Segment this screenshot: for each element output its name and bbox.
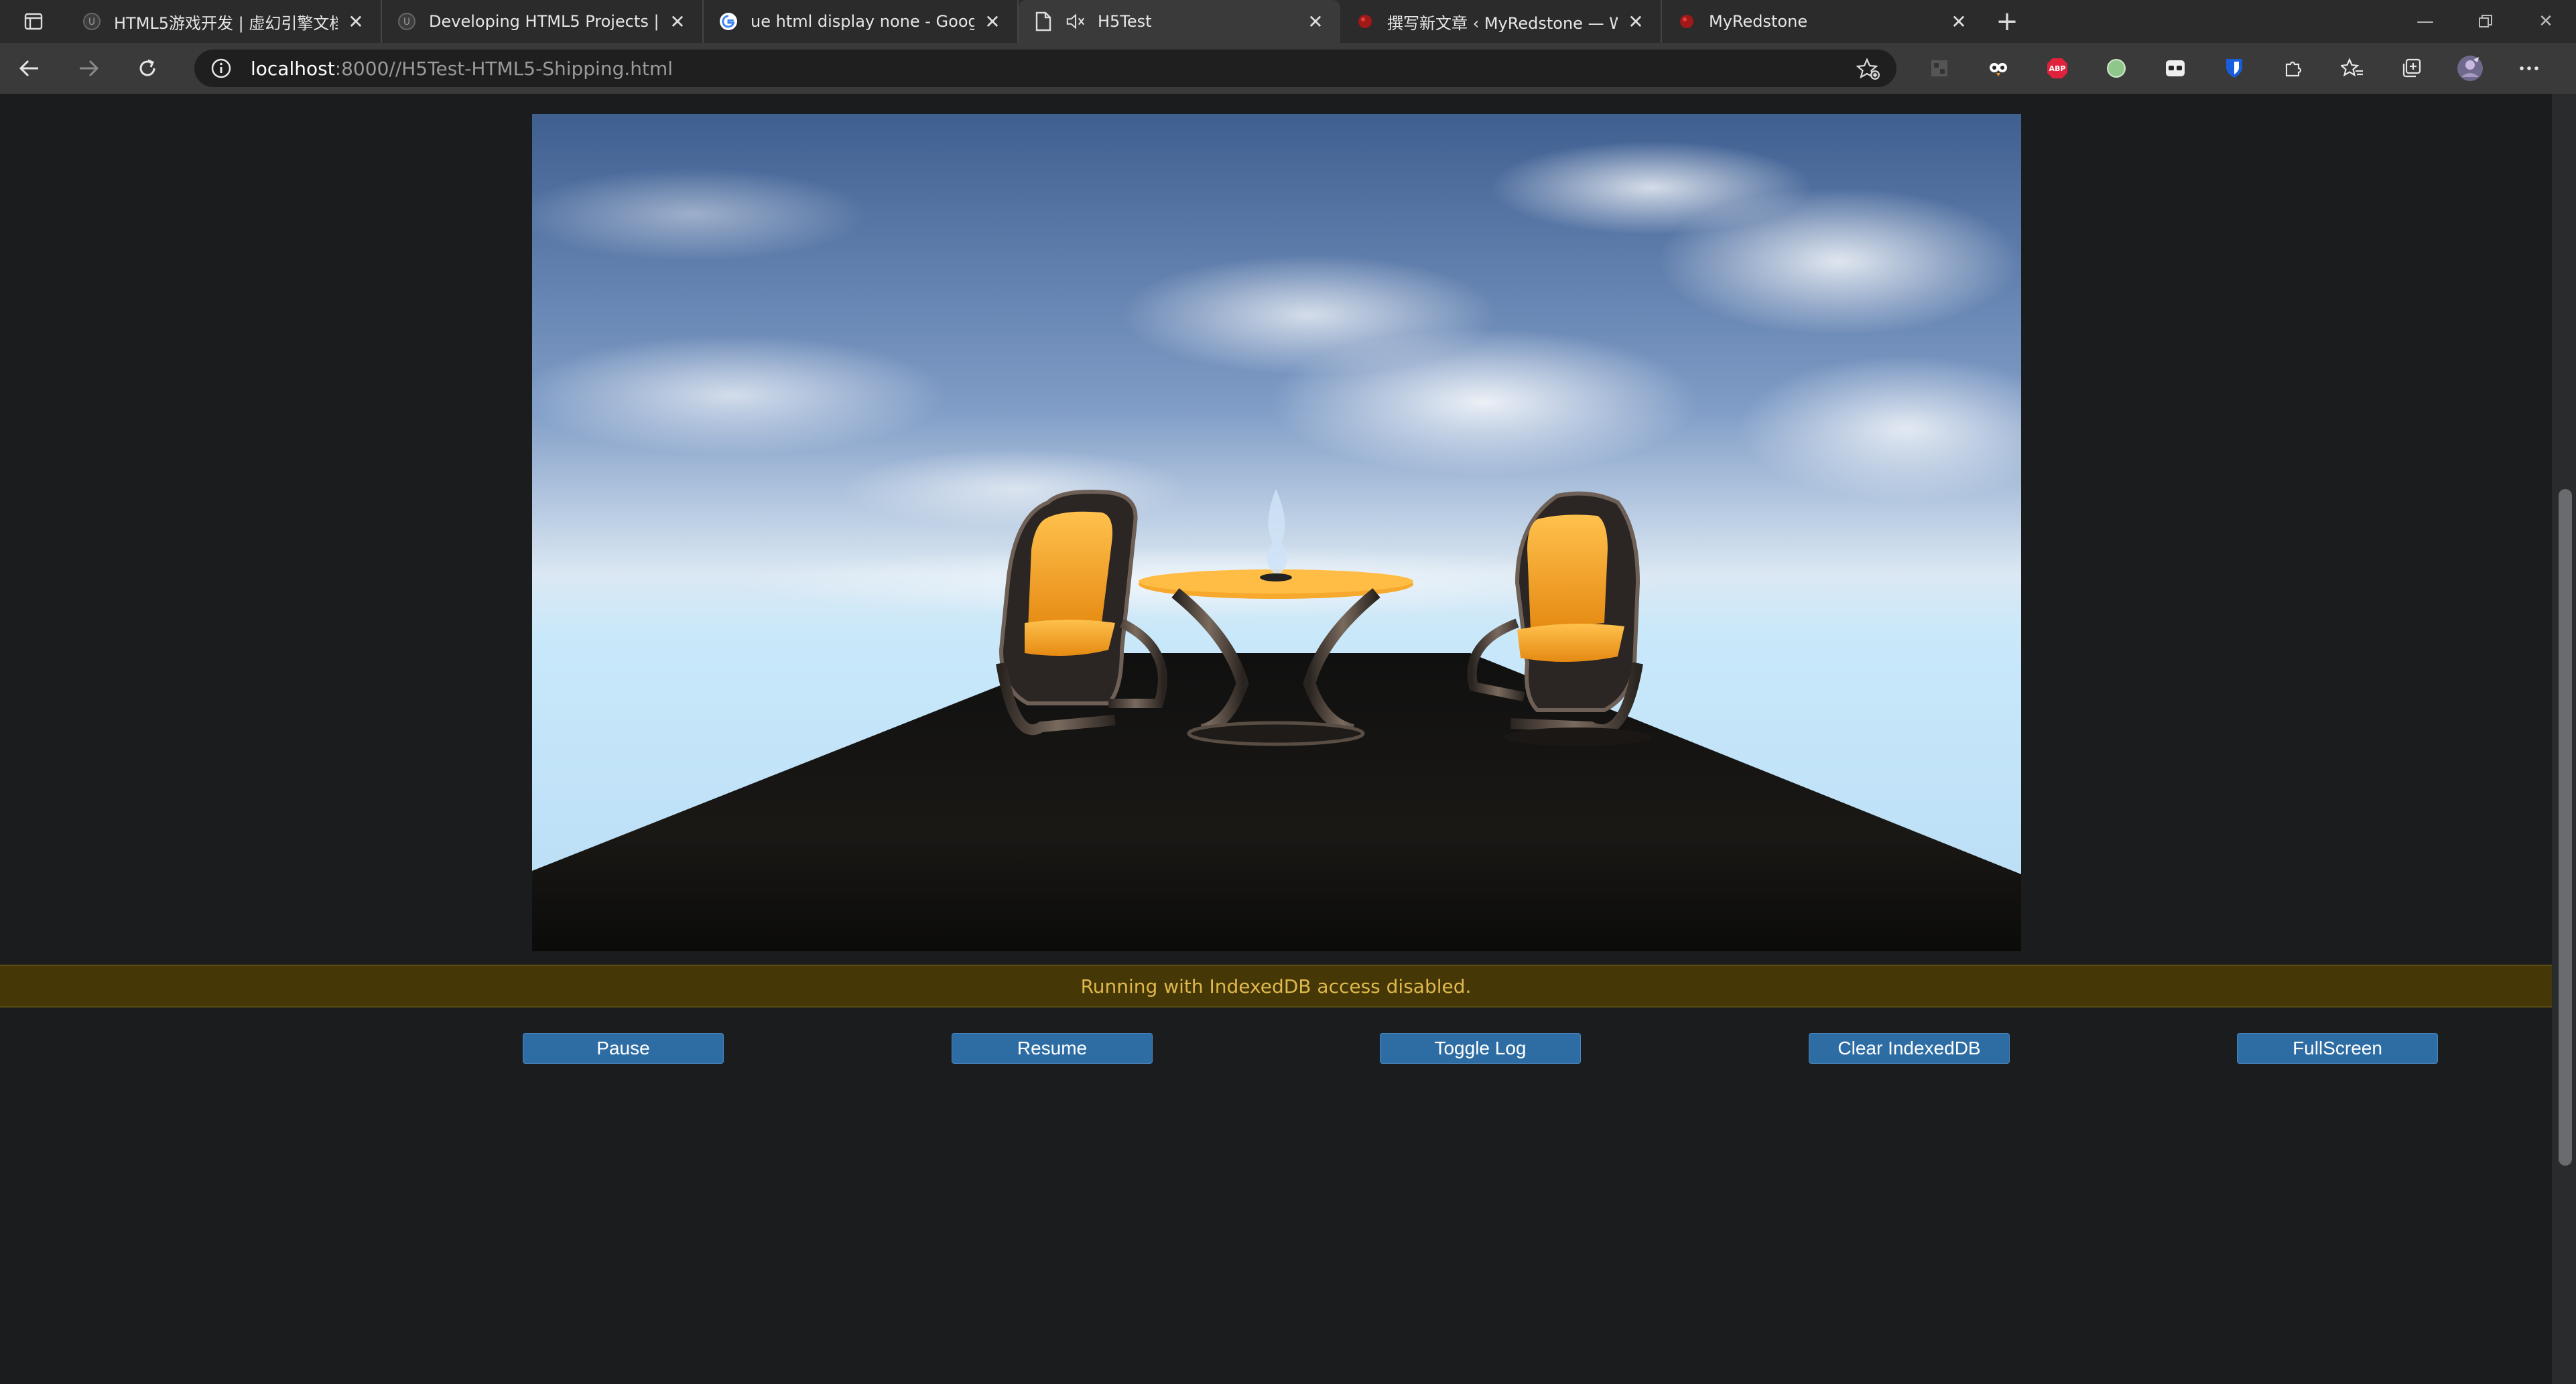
unreal-logo-icon: U (397, 11, 417, 31)
svg-text:U: U (88, 17, 95, 27)
control-buttons: Pause Resume Toggle Log Clear IndexedDB … (0, 1032, 2576, 1065)
sunglasses-extension-icon[interactable] (2146, 50, 2205, 87)
indexeddb-status-banner: Running with IndexedDB access disabled. (0, 965, 2552, 1008)
forward-arrow-icon (80, 60, 99, 77)
tab-title: MyRedstone (1709, 12, 1808, 31)
owl-extension-icon[interactable] (1969, 50, 2028, 87)
tab-actions-icon (24, 13, 43, 30)
refresh-button[interactable] (118, 43, 177, 94)
close-window-button[interactable]: ✕ (2516, 0, 2576, 43)
plus-icon: + (1996, 6, 2018, 37)
google-logo-icon (718, 11, 738, 31)
close-tab-icon[interactable]: ✕ (982, 11, 1003, 33)
tab-myredstone-editor[interactable]: 撰写新文章 ‹ MyRedstone — Wo ✕ (1340, 0, 1662, 43)
close-tab-icon[interactable]: ✕ (346, 11, 366, 33)
adblock-plus-icon[interactable]: ABP (2028, 50, 2087, 87)
refresh-icon (139, 59, 155, 76)
banner-message: Running with IndexedDB access disabled. (1080, 975, 1472, 997)
site-info-icon[interactable] (210, 58, 232, 79)
url-text: localhost:8000//H5Test-HTML5-Shipping.ht… (251, 58, 673, 80)
close-tab-icon[interactable]: ✕ (667, 11, 688, 33)
vertical-scrollbar[interactable] (2552, 94, 2576, 1384)
more-menu-icon[interactable] (2500, 50, 2559, 87)
back-arrow-icon (19, 60, 38, 77)
add-favorite-button[interactable] (1856, 58, 1880, 83)
close-tab-icon[interactable]: ✕ (1949, 11, 1969, 33)
tab-title: Developing HTML5 Projects | Un (429, 12, 659, 31)
star-add-icon (1856, 58, 1880, 80)
tab-title: 撰写新文章 ‹ MyRedstone — Wo (1387, 13, 1618, 33)
new-tab-button[interactable]: + (1984, 0, 2031, 43)
resume-button[interactable]: Resume (952, 1033, 1153, 1064)
close-tab-icon[interactable]: ✕ (1305, 11, 1326, 33)
tab-unreal-docs-en[interactable]: U Developing HTML5 Projects | Un ✕ (382, 0, 704, 43)
tab-unreal-docs-cn[interactable]: U HTML5游戏开发 | 虚幻引擎文档 ✕ (67, 0, 382, 43)
tab-strip: U HTML5游戏开发 | 虚幻引擎文档 ✕ U Developing HTML… (0, 0, 2576, 43)
restore-button[interactable] (2455, 0, 2516, 43)
collections-icon[interactable] (2382, 50, 2441, 87)
close-tab-icon[interactable]: ✕ (1626, 11, 1646, 33)
favorites-icon[interactable] (2323, 50, 2382, 87)
tab-google-search[interactable]: ue html display none - Google S ✕ (704, 0, 1019, 43)
tab-title: HTML5游戏开发 | 虚幻引擎文档 (114, 13, 338, 33)
pause-button[interactable]: Pause (523, 1033, 724, 1064)
forward-button[interactable] (59, 43, 118, 94)
toggle-log-button[interactable]: Toggle Log (1380, 1033, 1581, 1064)
bitwarden-shield-icon[interactable] (2205, 50, 2264, 87)
profile-avatar[interactable] (2441, 50, 2500, 87)
puzzle-extensions-icon[interactable] (2264, 50, 2323, 87)
restore-icon (2479, 15, 2492, 27)
game-scene (532, 114, 2021, 951)
grid-extension-icon[interactable] (1910, 50, 1969, 87)
browser-toolbar: localhost:8000//H5Test-HTML5-Shipping.ht… (0, 43, 2576, 94)
fullscreen-button[interactable]: FullScreen (2237, 1033, 2438, 1064)
tab-h5test[interactable]: H5Test ✕ (1019, 0, 1340, 43)
window-controls: — ✕ (2395, 0, 2576, 43)
page-content: Running with IndexedDB access disabled. … (0, 94, 2576, 1384)
svg-text:ABP: ABP (2049, 64, 2066, 73)
redstone-icon (1355, 11, 1375, 31)
extensions-row: ABP (1910, 50, 2559, 87)
url-path: :8000//H5Test-HTML5-Shipping.html (334, 57, 673, 80)
address-bar[interactable]: localhost:8000//H5Test-HTML5-Shipping.ht… (194, 50, 1896, 87)
back-button[interactable] (0, 43, 59, 94)
url-host: localhost (251, 57, 335, 80)
tab-title: H5Test (1098, 12, 1152, 31)
document-icon (1033, 11, 1053, 31)
muted-speaker-icon[interactable] (1066, 11, 1086, 31)
clear-indexeddb-button[interactable]: Clear IndexedDB (1809, 1033, 2010, 1064)
svg-text:U: U (403, 17, 410, 27)
redstone-icon (1677, 11, 1697, 31)
game-canvas[interactable] (532, 114, 2021, 951)
minimize-button[interactable]: — (2395, 0, 2455, 43)
unreal-logo-icon: U (82, 11, 102, 31)
tab-myredstone[interactable]: MyRedstone ✕ (1662, 0, 1984, 43)
tab-actions-button[interactable] (0, 0, 67, 43)
scrollbar-thumb[interactable] (2559, 489, 2572, 1166)
green-dot-extension-icon[interactable] (2087, 50, 2146, 87)
tab-title: ue html display none - Google S (751, 12, 974, 31)
